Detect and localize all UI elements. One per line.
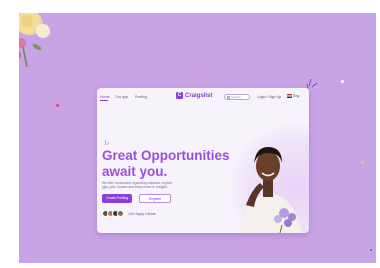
client-avatars <box>102 210 124 217</box>
create-posting-button[interactable]: Create Posting <box>102 194 132 203</box>
nav-active-indicator <box>100 100 108 101</box>
nav-home[interactable]: Home <box>100 95 110 99</box>
sparkle-lines-icon <box>306 78 318 89</box>
register-button[interactable]: Register <box>139 194 171 203</box>
brand-logo[interactable]: C Craigslist <box>176 92 212 99</box>
headline-line-1: Great Opportunities <box>102 148 230 163</box>
logo-mark-icon: C <box>176 92 183 99</box>
flowers-decoration <box>19 13 50 68</box>
card: Home Our app Posting C Craigslist Search… <box>0 0 380 268</box>
hero-description: We offer customized organizing solutions… <box>102 181 173 190</box>
confetti-dot <box>341 80 344 83</box>
language-selector[interactable]: Eng <box>287 94 299 98</box>
sparkle-icon <box>104 139 110 146</box>
confetti-dot <box>56 104 59 107</box>
nav-posting[interactable]: Posting <box>135 95 147 99</box>
search-icon <box>226 96 230 99</box>
hero-headline: Great Opportunities await you. <box>102 148 232 180</box>
login-signup-link[interactable]: Login / Sign Up <box>257 95 281 99</box>
happy-clients-label: 10k Happy Clients <box>128 212 156 216</box>
confetti-dot <box>370 249 372 251</box>
hero-illustration: Home Our app Posting C Craigslist Search… <box>19 13 376 263</box>
nav-our-app[interactable]: Our app <box>115 95 128 99</box>
headline-line-2: await you. <box>102 164 168 179</box>
website-preview: Home Our app Posting C Craigslist Search… <box>97 88 309 233</box>
search-placeholder: Search <box>231 95 241 99</box>
uk-flag-icon <box>287 94 292 98</box>
language-label: Eng <box>293 94 300 98</box>
smiling-woman-photo <box>240 147 302 233</box>
confetti-dot <box>361 161 364 164</box>
avatar <box>117 210 124 217</box>
search-input[interactable]: Search <box>224 94 250 100</box>
brand-name: Craigslist <box>185 92 213 99</box>
